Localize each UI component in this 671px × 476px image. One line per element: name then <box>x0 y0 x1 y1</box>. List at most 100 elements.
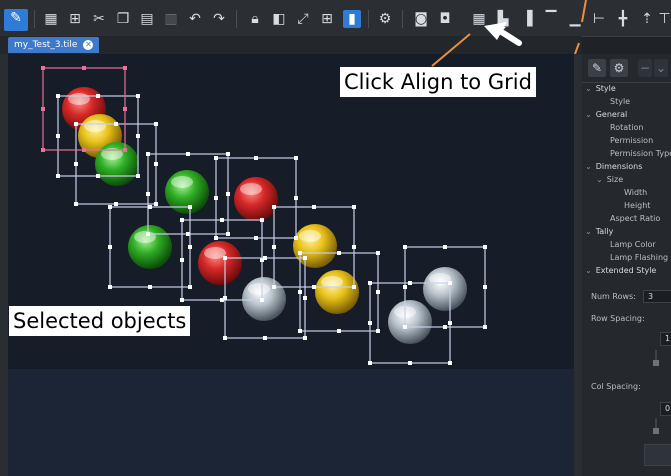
resize-handle[interactable] <box>272 285 276 289</box>
resize-handle[interactable] <box>272 245 276 249</box>
resize-handle[interactable] <box>483 325 487 329</box>
resize-handle[interactable] <box>74 122 78 126</box>
resize-handle[interactable] <box>96 94 100 98</box>
gear-settings-icon[interactable]: ⚙ <box>610 59 628 77</box>
resize-handle[interactable] <box>337 251 341 255</box>
resize-handle[interactable] <box>352 285 356 289</box>
resize-handle[interactable] <box>298 251 302 255</box>
resize-handle[interactable] <box>312 205 316 209</box>
resize-handle[interactable] <box>114 122 118 126</box>
resize-handle[interactable] <box>136 134 140 138</box>
lamp-yellow-3[interactable] <box>315 270 359 314</box>
tree-item[interactable]: Width <box>624 188 647 197</box>
resize-handle[interactable] <box>298 329 302 333</box>
resize-handle[interactable] <box>443 325 447 329</box>
resize-handle[interactable] <box>312 285 316 289</box>
tree-item[interactable]: Rotation <box>610 123 643 132</box>
resize-handle[interactable] <box>114 202 118 206</box>
resize-handle[interactable] <box>448 281 452 285</box>
chevron-down-icon[interactable]: ⌄ <box>585 162 592 171</box>
resize-handle[interactable] <box>408 361 412 365</box>
resize-handle[interactable] <box>403 285 407 289</box>
resize-handle[interactable] <box>294 236 298 240</box>
resize-handle[interactable] <box>108 285 112 289</box>
resize-handle[interactable] <box>263 256 267 260</box>
tree-item[interactable]: Height <box>624 201 650 210</box>
resize-handle[interactable] <box>214 196 218 200</box>
chevron-down-icon[interactable]: ⌄ <box>654 59 668 77</box>
num-rows-field[interactable]: 3 <box>643 290 671 303</box>
resize-handle[interactable] <box>82 148 86 152</box>
resize-handle[interactable] <box>448 361 452 365</box>
resize-handle[interactable] <box>146 232 150 236</box>
col-spacing-field[interactable]: 0 <box>660 402 671 416</box>
resize-handle[interactable] <box>303 336 307 340</box>
resize-handle[interactable] <box>186 152 190 156</box>
resize-handle[interactable] <box>226 232 230 236</box>
tree-item[interactable]: Aspect Ratio <box>610 214 660 223</box>
tree-item[interactable]: Lamp Flashing <box>610 253 668 262</box>
resize-handle[interactable] <box>403 245 407 249</box>
minus-icon[interactable]: − <box>638 59 652 77</box>
chevron-down-icon[interactable]: ⌄ <box>585 110 592 119</box>
resize-handle[interactable] <box>294 196 298 200</box>
resize-handle[interactable] <box>123 107 127 111</box>
resize-handle[interactable] <box>214 236 218 240</box>
resize-handle[interactable] <box>226 192 230 196</box>
resize-handle[interactable] <box>448 321 452 325</box>
resize-handle[interactable] <box>154 122 158 126</box>
tree-item[interactable]: Permission <box>610 136 653 145</box>
tree-item[interactable]: Permission Type <box>610 149 671 158</box>
lamp-silver-2[interactable] <box>388 300 432 344</box>
row-spacing-field[interactable]: 1 <box>660 332 671 346</box>
resize-handle[interactable] <box>74 202 78 206</box>
resize-handle[interactable] <box>146 192 150 196</box>
resize-handle[interactable] <box>376 251 380 255</box>
col-spacing-slider-handle[interactable] <box>653 428 659 434</box>
chevron-down-icon[interactable]: ⌄ <box>585 266 592 275</box>
resize-handle[interactable] <box>108 205 112 209</box>
tree-item[interactable]: ⌄ General <box>585 110 627 119</box>
resize-handle[interactable] <box>303 256 307 260</box>
chevron-down-icon[interactable]: ⌄ <box>596 175 603 184</box>
resize-handle[interactable] <box>96 174 100 178</box>
lamp-green-3[interactable] <box>128 225 172 269</box>
resize-handle[interactable] <box>368 281 372 285</box>
tree-item[interactable]: ⌄ Size <box>596 175 623 184</box>
resize-handle[interactable] <box>41 148 45 152</box>
resize-handle[interactable] <box>108 245 112 249</box>
pencil-style-icon[interactable]: ✎ <box>588 59 606 77</box>
resize-handle[interactable] <box>123 148 127 152</box>
chevron-down-icon[interactable]: ⌄ <box>585 84 592 93</box>
resize-handle[interactable] <box>294 156 298 160</box>
resize-handle[interactable] <box>376 290 380 294</box>
resize-handle[interactable] <box>223 256 227 260</box>
resize-handle[interactable] <box>188 285 192 289</box>
resize-handle[interactable] <box>483 245 487 249</box>
resize-handle[interactable] <box>220 218 224 222</box>
resize-handle[interactable] <box>154 202 158 206</box>
resize-handle[interactable] <box>56 174 60 178</box>
resize-handle[interactable] <box>260 218 264 222</box>
tree-item[interactable]: Lamp Color <box>610 240 656 249</box>
tree-item[interactable]: ⌄ Tally <box>585 227 613 236</box>
resize-handle[interactable] <box>74 162 78 166</box>
lamp-red-2[interactable] <box>234 177 278 221</box>
resize-handle[interactable] <box>180 218 184 222</box>
resize-handle[interactable] <box>352 205 356 209</box>
resize-handle[interactable] <box>186 232 190 236</box>
resize-handle[interactable] <box>272 205 276 209</box>
resize-handle[interactable] <box>298 290 302 294</box>
resize-handle[interactable] <box>376 329 380 333</box>
resize-handle[interactable] <box>408 281 412 285</box>
resize-handle[interactable] <box>260 298 264 302</box>
lamp-green-1[interactable] <box>95 142 139 186</box>
lamp-red-3[interactable] <box>198 241 242 285</box>
resize-handle[interactable] <box>56 94 60 98</box>
resize-handle[interactable] <box>188 205 192 209</box>
resize-handle[interactable] <box>443 245 447 249</box>
resize-handle[interactable] <box>226 152 230 156</box>
resize-handle[interactable] <box>136 174 140 178</box>
tree-item[interactable]: Style <box>610 97 630 106</box>
resize-handle[interactable] <box>483 285 487 289</box>
